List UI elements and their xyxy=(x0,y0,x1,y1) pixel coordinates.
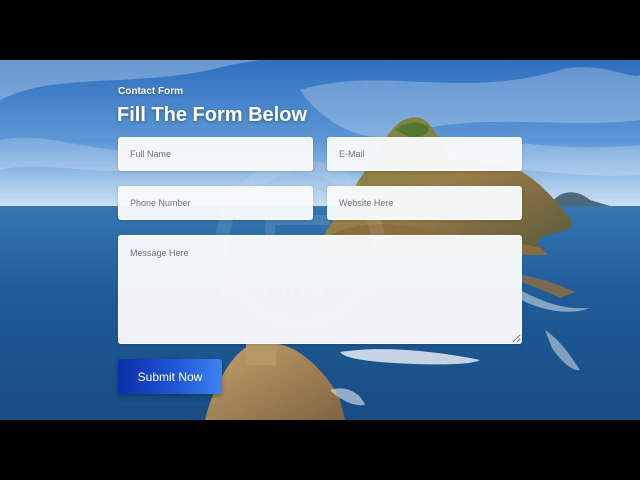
website-input[interactable] xyxy=(327,186,522,220)
message-textarea[interactable] xyxy=(118,235,522,344)
full-name-input[interactable] xyxy=(118,137,313,171)
email-input[interactable] xyxy=(327,137,522,171)
form-heading: Fill The Form Below xyxy=(117,104,308,126)
letterbox-top xyxy=(0,0,640,60)
form-eyebrow-label: Contact Form xyxy=(118,86,183,97)
submit-button[interactable]: Submit Now xyxy=(118,359,222,394)
phone-number-input[interactable] xyxy=(118,186,313,220)
letterbox-bottom xyxy=(0,420,640,480)
